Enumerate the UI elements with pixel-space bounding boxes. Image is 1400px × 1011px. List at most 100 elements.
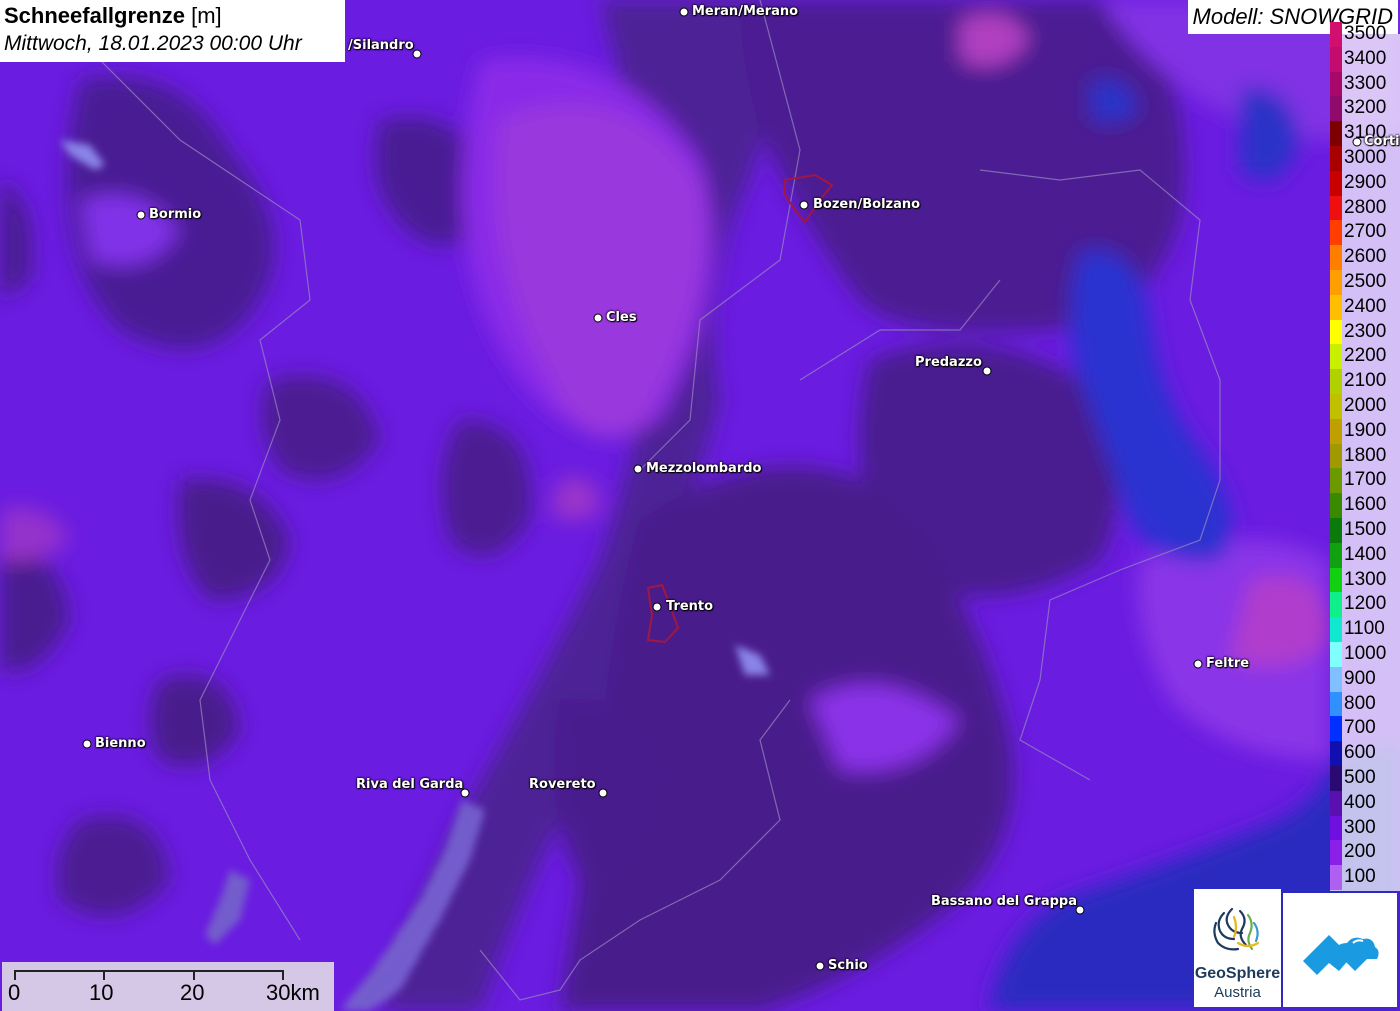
legend-label: 1100 bbox=[1344, 618, 1385, 640]
legend-swatch bbox=[1330, 319, 1342, 345]
legend-swatch bbox=[1330, 220, 1342, 246]
legend-swatch bbox=[1330, 121, 1342, 146]
legend-swatch bbox=[1330, 865, 1342, 890]
legend-label: 1300 bbox=[1344, 568, 1387, 590]
legend-row: 2900 bbox=[1330, 170, 1400, 196]
legend-row: 1400 bbox=[1330, 542, 1400, 568]
legend-label: 400 bbox=[1344, 791, 1376, 813]
legend-row: 2600 bbox=[1330, 245, 1400, 270]
legend-label: 2700 bbox=[1344, 221, 1387, 243]
city-marker[interactable] bbox=[633, 464, 643, 474]
city-marker[interactable] bbox=[1352, 137, 1362, 147]
city-marker[interactable] bbox=[136, 210, 146, 220]
legend-label: 2300 bbox=[1344, 320, 1387, 342]
map-title: Schneefallgrenze [m] bbox=[4, 3, 222, 28]
legend-swatch bbox=[1330, 691, 1342, 717]
weather-app-logo[interactable] bbox=[1283, 893, 1397, 1007]
legend-swatch bbox=[1330, 46, 1342, 72]
legend-row: 1000 bbox=[1330, 642, 1400, 667]
legend-row: 700 bbox=[1330, 716, 1400, 742]
legend-row: 1100 bbox=[1330, 617, 1400, 642]
geosphere-name: GeoSphere bbox=[1194, 965, 1281, 982]
legend-swatch bbox=[1330, 518, 1342, 543]
legend-label: 2500 bbox=[1344, 271, 1387, 292]
city-marker[interactable] bbox=[815, 961, 825, 971]
legend-row: 600 bbox=[1330, 741, 1400, 766]
legend-row: 900 bbox=[1330, 666, 1400, 692]
legend-swatch bbox=[1330, 418, 1342, 444]
scale-tick bbox=[193, 970, 195, 980]
city-marker[interactable] bbox=[652, 602, 662, 612]
legend-label: 1000 bbox=[1344, 643, 1387, 664]
legend-row: 200 bbox=[1330, 840, 1400, 866]
legend-swatch bbox=[1330, 22, 1342, 47]
legend-label: 1800 bbox=[1344, 444, 1387, 466]
legend-row: 500 bbox=[1330, 766, 1400, 791]
legend-swatch bbox=[1330, 96, 1342, 122]
city-label: Bozen/Bolzano bbox=[813, 197, 921, 212]
scale-bar: 0 10 20 30km bbox=[2, 962, 334, 1011]
legend-swatch bbox=[1330, 815, 1342, 841]
city-label: Mezzolombardo bbox=[646, 461, 762, 476]
city-label: Bassano del Grappa bbox=[931, 894, 1077, 909]
legend-swatch bbox=[1330, 468, 1342, 494]
title-panel: Schneefallgrenze [m] Mittwoch, 18.01.202… bbox=[0, 0, 345, 62]
city-label: Riva del Garda bbox=[356, 777, 464, 792]
map-canvas[interactable] bbox=[0, 0, 1400, 1011]
scale-label: 20 bbox=[180, 980, 205, 1005]
scale-label: 30km bbox=[266, 980, 320, 1005]
scale-label: 0 bbox=[8, 980, 21, 1005]
city-marker[interactable] bbox=[82, 739, 92, 749]
city-marker[interactable] bbox=[799, 200, 809, 210]
city-marker[interactable] bbox=[1193, 659, 1203, 669]
legend-swatch bbox=[1330, 170, 1342, 196]
city-marker[interactable] bbox=[593, 313, 603, 323]
legend-row: 3500 bbox=[1330, 22, 1400, 47]
legend-row: 3300 bbox=[1330, 71, 1400, 97]
legend-row: 1600 bbox=[1330, 493, 1400, 518]
legend-label: 3200 bbox=[1344, 97, 1387, 119]
city-marker[interactable] bbox=[679, 7, 689, 17]
legend-label: 100 bbox=[1344, 866, 1376, 888]
city-marker[interactable] bbox=[598, 788, 608, 798]
city-label: Trento bbox=[666, 599, 714, 614]
legend-swatch bbox=[1330, 716, 1342, 742]
legend-row: 800 bbox=[1330, 691, 1400, 717]
legend-label: 2400 bbox=[1344, 295, 1387, 317]
legend-label: 3500 bbox=[1344, 23, 1387, 44]
legend-label: 2000 bbox=[1344, 395, 1387, 416]
legend-swatch bbox=[1330, 146, 1342, 171]
legend-label: 3400 bbox=[1344, 47, 1387, 69]
legend-label: 800 bbox=[1344, 692, 1376, 714]
legend-row: 2800 bbox=[1330, 195, 1400, 221]
legend-swatch bbox=[1330, 294, 1342, 320]
legend-label: 2600 bbox=[1344, 246, 1387, 268]
legend-label: 700 bbox=[1344, 717, 1376, 739]
map-datetime: Mittwoch, 18.01.2023 00:00 Uhr bbox=[4, 32, 302, 55]
legend-label: 1900 bbox=[1344, 419, 1387, 441]
legend-label: 500 bbox=[1344, 767, 1376, 788]
legend-row: 300 bbox=[1330, 815, 1400, 841]
legend-label: 2900 bbox=[1344, 171, 1387, 193]
legend-row: 2300 bbox=[1330, 319, 1400, 345]
geosphere-logo[interactable]: GeoSphere Austria bbox=[1194, 889, 1281, 1007]
legend-row: 2000 bbox=[1330, 394, 1400, 419]
city-marker[interactable] bbox=[982, 366, 992, 376]
city-label: Bienno bbox=[95, 736, 146, 751]
legend-row: 1700 bbox=[1330, 468, 1400, 494]
legend-swatch bbox=[1330, 394, 1342, 419]
legend-row: 1200 bbox=[1330, 592, 1400, 618]
legend-row: 1300 bbox=[1330, 567, 1400, 593]
city-label: Feltre bbox=[1206, 656, 1250, 671]
legend-label: 1200 bbox=[1344, 593, 1387, 615]
legend-row: 2200 bbox=[1330, 344, 1400, 370]
legend-swatch bbox=[1330, 443, 1342, 469]
legend-swatch bbox=[1330, 344, 1342, 370]
legend-swatch bbox=[1330, 790, 1342, 816]
legend-label: 2100 bbox=[1344, 370, 1387, 392]
city-label: Cles bbox=[606, 310, 637, 325]
legend-label: 200 bbox=[1344, 841, 1376, 863]
legend-swatch bbox=[1330, 567, 1342, 593]
legend-label: 1600 bbox=[1344, 494, 1387, 516]
legend-swatch bbox=[1330, 542, 1342, 568]
